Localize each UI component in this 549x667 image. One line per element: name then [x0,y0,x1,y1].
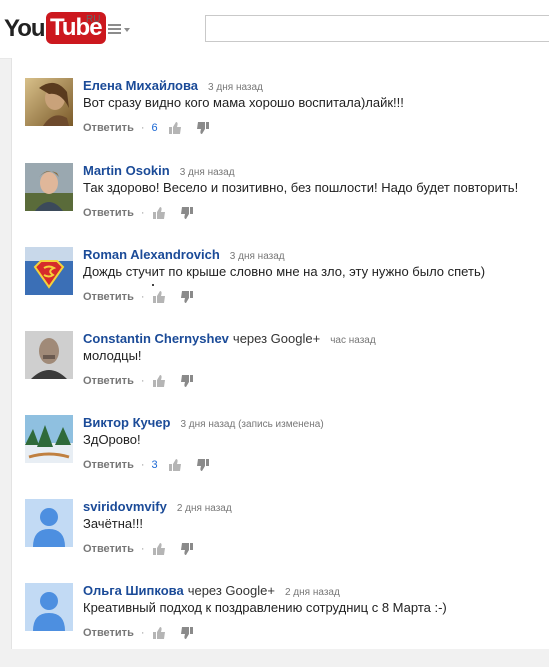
via-label: через Google+ [187,583,275,598]
guide-menu-button[interactable] [108,24,132,38]
like-count: 6 [151,122,158,134]
comment-text: Зачётна!!! [83,516,143,531]
comment-item: sviridovmvify 2 дня назад Зачётна!!! Отве… [12,499,542,583]
author-link[interactable]: Ольга Шипкова [83,583,184,598]
thumbs-down-icon[interactable] [180,626,194,640]
comment-actions: Ответить · [83,289,208,305]
separator: · [140,291,145,303]
author-link[interactable]: Елена Михайлова [83,78,198,93]
comment-time[interactable]: час назад [330,335,376,346]
default-user-icon [25,499,73,547]
reply-button[interactable]: Ответить [83,543,134,555]
logo-region-label: RU [86,14,101,25]
comment-item: Roman Alexandrovich 3 дня назад Дождь сту… [12,247,542,331]
comment-text: Вот сразу видно кого мама хорошо воспита… [83,95,404,110]
comment-author-line: Martin Osokin 3 дня назад [83,163,235,178]
comment-text: ЗдОрово! [83,432,141,447]
comment-text: молодцы! [83,348,142,363]
thumbs-up-icon[interactable] [168,121,182,135]
comment-author-line: Виктор Кучер 3 дня назад (запись изменена… [83,415,324,430]
comment-actions: Ответить · 3 [83,457,224,473]
separator: · [140,543,145,555]
menu-icon [108,24,121,36]
thumbs-down-icon[interactable] [196,121,210,135]
comment-actions: Ответить · [83,541,208,557]
author-link[interactable]: Виктор Кучер [83,415,170,430]
reply-button[interactable]: Ответить [83,375,134,387]
comment-time[interactable]: 3 дня назад [180,167,235,178]
chevron-down-icon [124,28,130,32]
thumbs-up-icon[interactable] [152,626,166,640]
comment-item: Martin Osokin 3 дня назад Так здорово! Ве… [12,163,542,247]
default-user-icon [25,583,73,631]
thumbs-down-icon[interactable] [196,458,210,472]
thumbs-up-icon[interactable] [168,458,182,472]
comment-item: Виктор Кучер 3 дня назад (запись изменена… [12,415,542,499]
author-link[interactable]: Roman Alexandrovich [83,247,220,262]
search-input[interactable] [205,15,549,42]
comment-text: Дождь стучит по крыше словно мне на зло,… [83,264,486,279]
comment-item: Ольга Шипкова через Google+ 2 дня назад Кр… [12,583,542,667]
avatar[interactable] [25,583,73,631]
author-link[interactable]: Constantin Chernyshev [83,331,229,346]
separator: · [140,375,145,387]
comment-actions: Ответить · [83,625,208,641]
comment-time[interactable]: 3 дня назад (запись изменена) [180,419,323,430]
avatar[interactable] [25,415,73,463]
separator: · [140,122,145,134]
thumbs-up-icon[interactable] [152,374,166,388]
comment-item: Елена Михайлова 3 дня назад Вот сразу вид… [12,78,542,162]
comment-author-line: Елена Михайлова 3 дня назад [83,78,263,93]
avatar[interactable] [25,499,73,547]
like-count: 3 [151,459,158,471]
separator: · [140,459,145,471]
thumbs-down-icon[interactable] [180,542,194,556]
via-label: через Google+ [232,331,321,346]
thumbs-down-icon[interactable] [180,290,194,304]
comment-actions: Ответить · [83,373,208,389]
comment-actions: Ответить · [83,205,208,221]
separator: · [140,207,145,219]
comment-text: Креативный подход к поздравлению сотрудн… [83,600,447,615]
comment-author-line: Ольга Шипкова через Google+ 2 дня назад [83,583,340,598]
avatar[interactable] [25,331,73,379]
comment-item: Constantin Chernyshev через Google+ час на… [12,331,542,415]
thumbs-down-icon[interactable] [180,374,194,388]
comment-author-line: Roman Alexandrovich 3 дня назад [83,247,285,262]
reply-button[interactable]: Ответить [83,459,134,471]
separator: · [140,627,145,639]
thumbs-down-icon[interactable] [180,206,194,220]
comment-text: Так здорово! Весело и позитивно, без пош… [83,180,519,195]
comment-time[interactable]: 2 дня назад [177,503,232,514]
reply-button[interactable]: Ответить [83,207,134,219]
avatar[interactable] [25,78,73,126]
logo-you-text: You [4,15,46,42]
author-link[interactable]: Martin Osokin [83,163,170,178]
comment-time[interactable]: 3 дня назад [230,251,285,262]
avatar[interactable] [25,247,73,295]
author-link[interactable]: sviridovmvify [83,499,167,514]
stray-dot [152,284,154,286]
thumbs-up-icon[interactable] [152,542,166,556]
thumbs-up-icon[interactable] [152,206,166,220]
reply-button[interactable]: Ответить [83,122,134,134]
top-bar: You Tube RU [0,0,549,59]
comment-actions: Ответить · 6 [83,120,224,136]
comment-author-line: Constantin Chernyshev через Google+ час на… [83,331,376,346]
comment-time[interactable]: 3 дня назад [208,82,263,93]
avatar[interactable] [25,163,73,211]
thumbs-up-icon[interactable] [152,290,166,304]
comment-time[interactable]: 2 дня назад [285,587,340,598]
comments-panel: Елена Михайлова 3 дня назад Вот сразу вид… [11,58,549,649]
reply-button[interactable]: Ответить [83,627,134,639]
reply-button[interactable]: Ответить [83,291,134,303]
comment-author-line: sviridovmvify 2 дня назад [83,499,232,514]
